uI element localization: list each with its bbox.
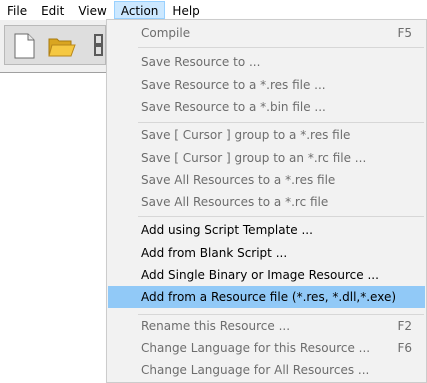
menu-item-shortcut: F5	[397, 26, 412, 40]
menu-item-add-from-resource-file[interactable]: Add from a Resource file (*.res, *.dll,*…	[108, 286, 425, 308]
menu-item-label: Rename this Resource ...	[141, 319, 291, 333]
menu-item-save-all-res[interactable]: Save All Resources to a *.res file	[108, 169, 425, 191]
menu-item-save-all-rc[interactable]: Save All Resources to a *.rc file	[108, 191, 425, 213]
menu-item-change-language[interactable]: Change Language for this Resource ... F6	[108, 337, 425, 359]
menu-item-label: Change Language for this Resource ...	[141, 341, 371, 355]
menu-action[interactable]: Action	[113, 1, 166, 19]
menu-item-label: Save Resource to a *.res file ...	[141, 78, 326, 92]
menu-item-label: Save Resource to ...	[141, 55, 261, 69]
resource-tree-panel[interactable]	[0, 73, 107, 383]
menu-item-add-blank-script[interactable]: Add from Blank Script ...	[108, 242, 425, 264]
menu-item-save-bin[interactable]: Save Resource to a *.bin file ...	[108, 96, 425, 118]
menu-file[interactable]: File	[0, 1, 34, 19]
menu-item-label: Add Single Binary or Image Resource ...	[141, 268, 379, 282]
menu-separator	[138, 216, 424, 217]
menu-item-compile[interactable]: Compile F5	[108, 22, 425, 44]
save-icon[interactable]	[93, 32, 103, 58]
menu-item-label: Save [ Cursor ] group to an *.rc file ..…	[141, 151, 367, 165]
menu-item-add-script-template[interactable]: Add using Script Template ...	[108, 219, 425, 241]
menu-item-label: Save Resource to a *.bin file ...	[141, 100, 326, 114]
menu-item-label: Compile	[141, 26, 191, 40]
new-file-icon[interactable]	[11, 32, 37, 60]
menu-item-label: Save [ Cursor ] group to a *.res file	[141, 128, 351, 142]
menu-item-label: Change Language for All Resources ...	[141, 363, 370, 377]
menu-item-save-res[interactable]: Save Resource to a *.res file ...	[108, 74, 425, 96]
menu-help[interactable]: Help	[165, 1, 206, 19]
menu-separator	[138, 122, 424, 123]
menu-item-add-binary-image[interactable]: Add Single Binary or Image Resource ...	[108, 264, 425, 286]
menu-item-shortcut: F2	[397, 319, 412, 333]
open-folder-icon[interactable]	[47, 32, 76, 60]
menu-item-shortcut: F6	[397, 341, 412, 355]
menu-item-label: Add from a Resource file (*.res, *.dll,*…	[141, 290, 397, 304]
menu-item-label: Save All Resources to a *.rc file	[141, 195, 329, 209]
menu-item-save-resource[interactable]: Save Resource to ...	[108, 51, 425, 73]
menu-item-save-group-res[interactable]: Save [ Cursor ] group to a *.res file	[108, 124, 425, 146]
menu-item-rename-resource[interactable]: Rename this Resource ... F2	[108, 315, 425, 337]
toolbar	[0, 20, 110, 73]
menu-view[interactable]: View	[71, 1, 113, 19]
menu-bar: File Edit View Action Help	[0, 0, 427, 20]
toolbar-band	[4, 25, 106, 65]
menu-item-save-group-rc[interactable]: Save [ Cursor ] group to an *.rc file ..…	[108, 147, 425, 169]
menu-separator	[138, 47, 424, 48]
menu-item-label: Save All Resources to a *.res file	[141, 173, 336, 187]
action-menu-dropdown: Compile F5 Save Resource to ... Save Res…	[106, 19, 427, 383]
menu-item-label: Add from Blank Script ...	[141, 246, 288, 260]
menu-item-change-language-all[interactable]: Change Language for All Resources ...	[108, 359, 425, 381]
menu-item-label: Add using Script Template ...	[141, 223, 313, 237]
menu-edit[interactable]: Edit	[34, 1, 71, 19]
